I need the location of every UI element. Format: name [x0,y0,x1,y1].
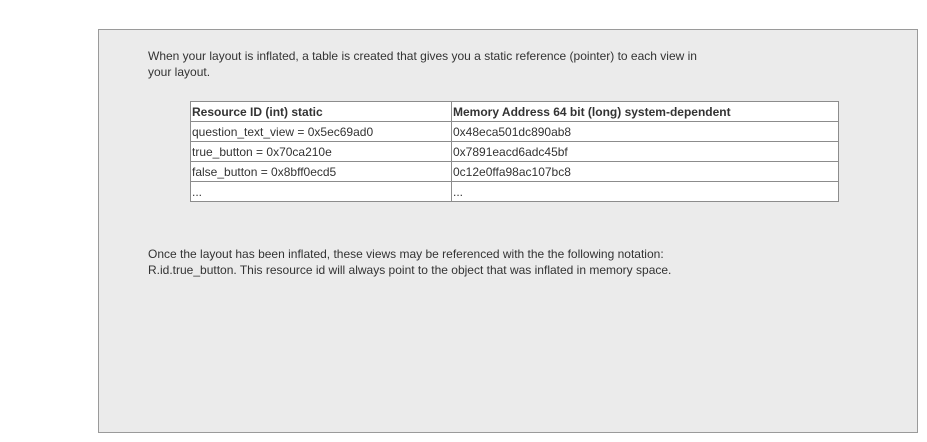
table-row: ... ... [190,181,839,202]
table-cell-resource-id: ... [190,181,452,202]
table-cell-memory-address: ... [451,181,839,202]
column-header-memory-address: Memory Address 64 bit (long) system-depe… [451,101,839,122]
table-cell-resource-id: question_text_view = 0x5ec69ad0 [190,121,452,142]
intro-paragraph: When your layout is inflated, a table is… [148,49,697,79]
column-header-resource-id: Resource ID (int) static [190,101,452,122]
content-panel: When your layout is inflated, a table is… [98,29,918,433]
table-row: true_button = 0x70ca210e 0x7891eacd6adc4… [190,141,839,162]
table-row: question_text_view = 0x5ec69ad0 0x48eca5… [190,121,839,142]
table-header-row: Resource ID (int) static Memory Address … [190,101,839,122]
table-cell-resource-id: false_button = 0x8bff0ecd5 [190,161,452,182]
table-cell-memory-address: 0x7891eacd6adc45bf [451,141,839,162]
table-cell-resource-id: true_button = 0x70ca210e [190,141,452,162]
outro-paragraph: Once the layout has been inflated, these… [148,247,672,277]
table-cell-memory-address: 0x48eca501dc890ab8 [451,121,839,142]
reference-table: Resource ID (int) static Memory Address … [190,101,839,202]
table-cell-memory-address: 0c12e0ffa98ac107bc8 [451,161,839,182]
table-row: false_button = 0x8bff0ecd5 0c12e0ffa98ac… [190,161,839,182]
